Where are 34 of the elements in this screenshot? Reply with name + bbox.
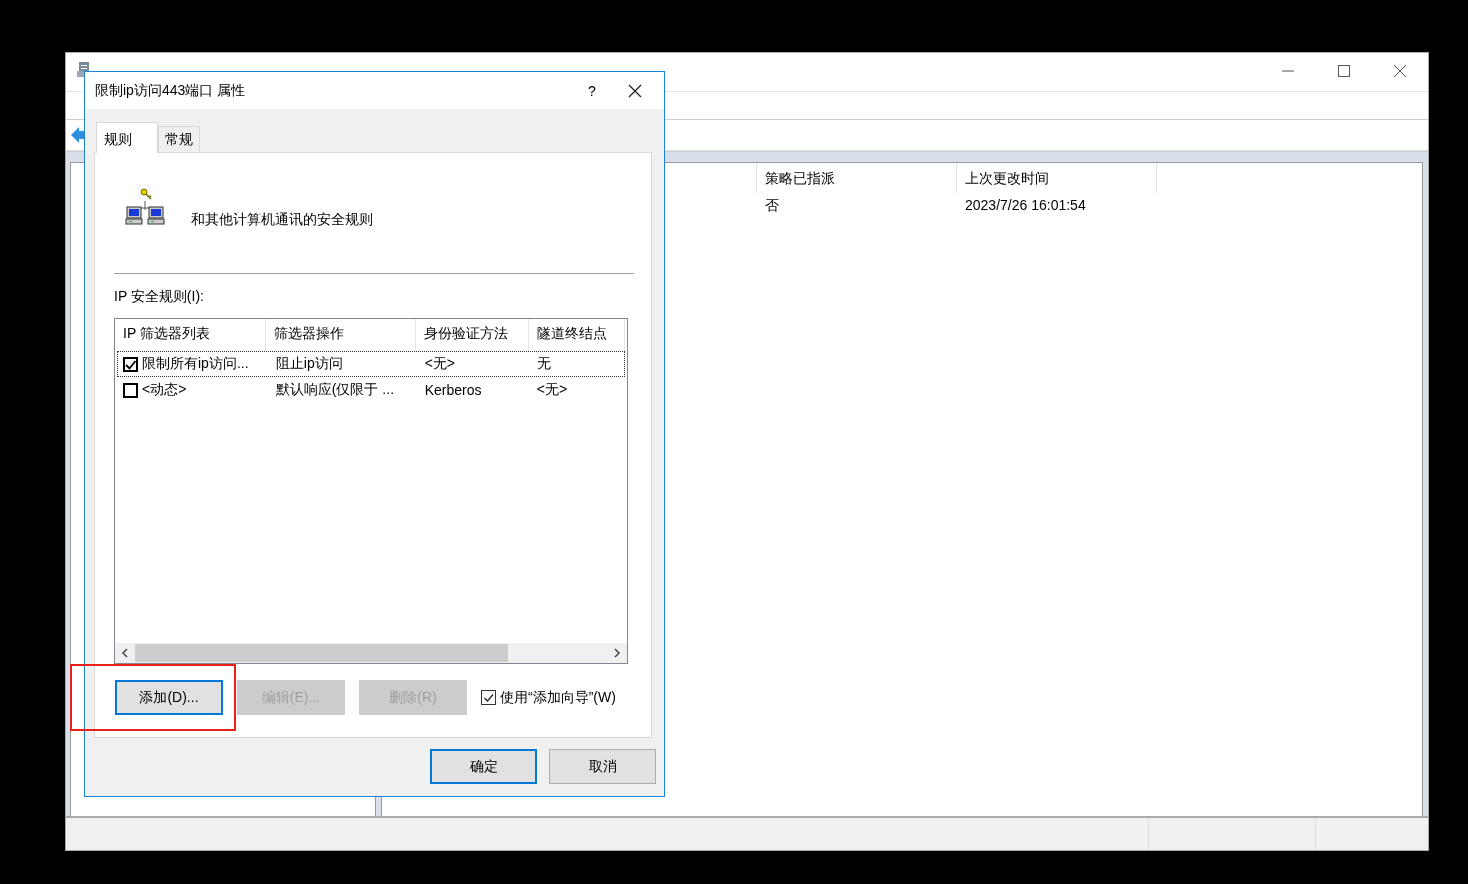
column-header[interactable]: 筛选器操作 [266,319,416,351]
scroll-thumb[interactable] [135,644,508,662]
column-header[interactable]: 策略已指派 [757,163,957,193]
networked-computers-icon [125,187,165,225]
ok-button[interactable]: 确定 [430,749,537,784]
table-cell-text: Kerberos [423,382,482,398]
column-header[interactable]: 身份验证方法 [416,319,529,351]
table-cell-text: 限制所有ip访问... [141,355,249,373]
table-cell-text: 默认响应(仅限于 ... [274,381,395,397]
description: 和其他计算机通讯的安全规则 [191,211,373,229]
help-button[interactable]: ? [577,82,607,99]
checkbox[interactable] [123,382,138,398]
checkbox[interactable] [481,690,496,705]
table-cell-text: 否 [764,196,780,215]
horizontal-scrollbar[interactable] [115,643,627,663]
list-label: IP 安全规则(I): [114,288,204,304]
table-cell-text: 无 [535,355,551,371]
rule-row[interactable]: <动态> 默认响应(仅限于 ... Kerberos <无> [117,377,625,403]
tab[interactable]: 常规 [158,126,200,152]
tab[interactable]: 规则 [96,122,158,153]
column-header[interactable]: IP 筛选器列表 [115,319,266,351]
table-cell-text: <动态> [141,381,187,399]
checkbox[interactable] [123,356,138,372]
cancel-button[interactable]: 取消 [549,749,656,784]
rule-row[interactable]: 限制所有ip访问... 阻止ip访问 <无> 无 [117,351,625,377]
add-button[interactable]: 添加(D)... [115,680,223,715]
table-cell-text: <无> [535,381,568,397]
table-cell-text: <无> [423,355,455,371]
table-cell-text: 2023/7/26 16:01:54 [964,196,1087,215]
table-cell-text: 阻止ip访问 [274,355,343,371]
dialog-title: 限制ip访问443端口 属性 [95,81,247,100]
checkbox-label[interactable]: 使用“添加向导”(W) [500,688,616,707]
column-header[interactable]: 隧道终结点 [529,319,625,351]
column-header[interactable]: 上次更改时间 [957,163,1157,193]
